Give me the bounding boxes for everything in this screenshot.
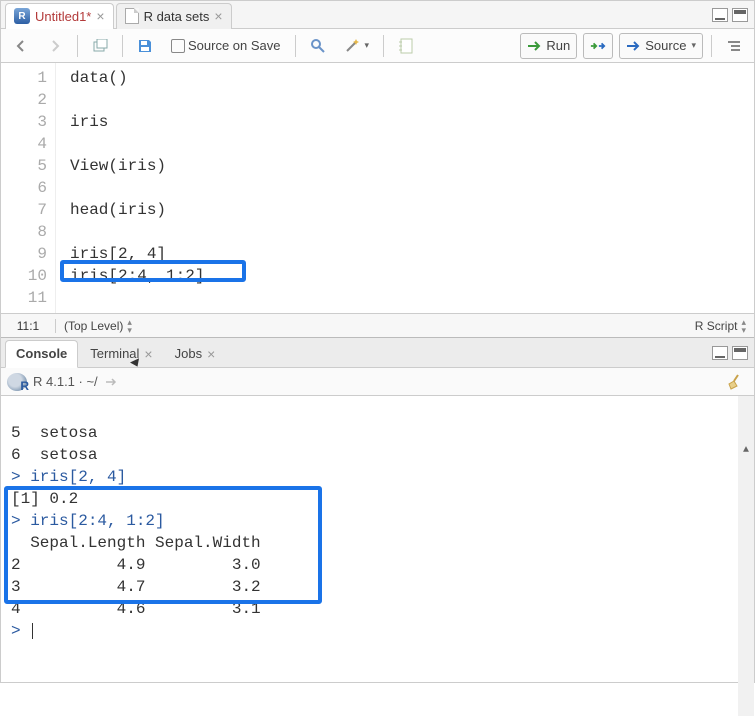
minimize-pane-button[interactable]	[712, 8, 728, 22]
scope-selector[interactable]: (Top Level) ▴▾	[56, 318, 140, 334]
arrow-right-icon	[47, 38, 63, 54]
console-line: 4 4.6 3.1	[11, 600, 261, 618]
clear-console-button[interactable]	[726, 373, 748, 391]
run-label: Run	[546, 38, 570, 53]
source-on-save-label: Source on Save	[188, 38, 281, 53]
forward-button[interactable]	[41, 33, 69, 59]
source-on-save-toggle[interactable]: Source on Save	[165, 33, 287, 59]
code-line	[70, 133, 204, 155]
r-version-label: R 4.1.1 · ~/	[33, 374, 98, 389]
minimize-pane-button[interactable]	[712, 346, 728, 360]
console-line: 6 setosa	[11, 446, 97, 464]
code-line: iris	[70, 111, 204, 133]
arrow-left-icon	[13, 38, 29, 54]
show-in-new-window-button[interactable]	[86, 33, 114, 59]
scope-label: (Top Level)	[64, 319, 123, 333]
close-icon[interactable]: ×	[214, 8, 222, 24]
run-button[interactable]: Run	[520, 33, 577, 59]
tab-terminal[interactable]: Terminal ×	[80, 340, 162, 368]
line-gutter: 123456 7891011	[1, 63, 56, 313]
code-line: data()	[70, 67, 204, 89]
console-info-bar: R 4.1.1 · ~/	[1, 368, 754, 396]
maximize-pane-button[interactable]	[732, 346, 748, 360]
scrollbar[interactable]: ▲	[738, 396, 754, 716]
editor-tab-r-data-sets[interactable]: R data sets ×	[116, 3, 232, 29]
console-line: > iris[2, 4]	[11, 468, 126, 486]
r-file-icon: R	[14, 8, 30, 24]
updown-icon: ▴▾	[741, 318, 746, 334]
popout-icon	[92, 38, 108, 54]
code-content[interactable]: data() iris View(iris) head(iris) iris[2…	[56, 63, 204, 313]
code-line: iris[2, 4]	[70, 243, 204, 265]
search-icon	[310, 38, 326, 54]
editor-tab-bar: R Untitled1* × R data sets ×	[1, 1, 754, 29]
console-tab-bar: Console Terminal × Jobs ×	[1, 338, 754, 368]
tab-label: Console	[16, 346, 67, 361]
pane-window-controls	[712, 8, 750, 22]
console-line: Sepal.Length Sepal.Width	[11, 534, 261, 552]
run-arrow-icon	[527, 38, 543, 54]
console-line: 3 4.7 3.2	[11, 578, 261, 596]
tab-console[interactable]: Console	[5, 340, 78, 368]
save-icon	[137, 38, 153, 54]
outline-button[interactable]	[720, 33, 748, 59]
rerun-icon	[590, 38, 606, 54]
pane-window-controls	[712, 346, 750, 360]
r-logo-icon	[7, 373, 27, 391]
wand-icon	[344, 38, 360, 54]
editor-tab-untitled1[interactable]: R Untitled1* ×	[5, 3, 114, 29]
editor-toolbar: Source on Save ▾ Run	[1, 29, 754, 63]
close-icon[interactable]: ×	[144, 346, 152, 362]
scroll-up-button[interactable]: ▲	[738, 440, 754, 456]
source-button[interactable]: Source ▾	[619, 33, 703, 59]
code-editor[interactable]: 123456 7891011 data() iris View(iris) he…	[1, 63, 754, 313]
console-line: [1] 0.2	[11, 490, 78, 508]
save-button[interactable]	[131, 33, 159, 59]
tab-label: Jobs	[175, 346, 202, 361]
rerun-button[interactable]	[583, 33, 613, 59]
code-line: View(iris)	[70, 155, 204, 177]
checkbox-icon	[171, 39, 185, 53]
compile-report-button[interactable]	[392, 33, 420, 59]
console-pane: Console Terminal × Jobs × R 4.1.1 · ~/ 5…	[1, 338, 754, 716]
find-button[interactable]	[304, 33, 332, 59]
chevron-down-icon: ▾	[691, 40, 696, 51]
cursor-position[interactable]: 11:1	[1, 319, 56, 333]
tab-jobs[interactable]: Jobs ×	[165, 340, 226, 368]
code-line: head(iris)	[70, 199, 204, 221]
source-label: Source	[645, 38, 686, 53]
caret-icon	[32, 623, 33, 639]
editor-status-bar: 11:1 (Top Level) ▴▾ R Script ▴▾	[1, 313, 754, 337]
code-line: iris[2:4, 1:2]	[70, 265, 204, 287]
code-line	[70, 287, 204, 309]
editor-pane: R Untitled1* × R data sets ×	[1, 1, 754, 338]
tab-label: Terminal	[90, 346, 139, 361]
console-line: > iris[2:4, 1:2]	[11, 512, 165, 530]
maximize-pane-button[interactable]	[732, 8, 748, 22]
close-icon[interactable]: ×	[207, 346, 215, 362]
code-line	[70, 221, 204, 243]
console-prompt[interactable]: >	[11, 622, 30, 640]
console-output[interactable]: 5 setosa 6 setosa > iris[2, 4] [1] 0.2 >…	[1, 396, 754, 716]
close-icon[interactable]: ×	[96, 8, 104, 24]
code-tools-button[interactable]: ▾	[338, 33, 376, 59]
outline-icon	[726, 38, 742, 54]
source-arrow-icon	[626, 38, 642, 54]
code-line	[70, 89, 204, 111]
file-icon	[125, 8, 139, 24]
console-line: 5 setosa	[11, 424, 97, 442]
console-line: 2 4.9 3.0	[11, 556, 261, 574]
tab-title: R data sets	[144, 9, 210, 24]
updown-icon: ▴▾	[127, 318, 132, 334]
chevron-down-icon: ▾	[365, 40, 370, 51]
tab-title: Untitled1*	[35, 9, 91, 24]
language-label: R Script	[695, 319, 738, 333]
code-line	[70, 177, 204, 199]
notebook-icon	[398, 38, 414, 54]
popout-icon[interactable]	[104, 374, 120, 390]
language-selector[interactable]: R Script ▴▾	[687, 318, 754, 334]
back-button[interactable]	[7, 33, 35, 59]
